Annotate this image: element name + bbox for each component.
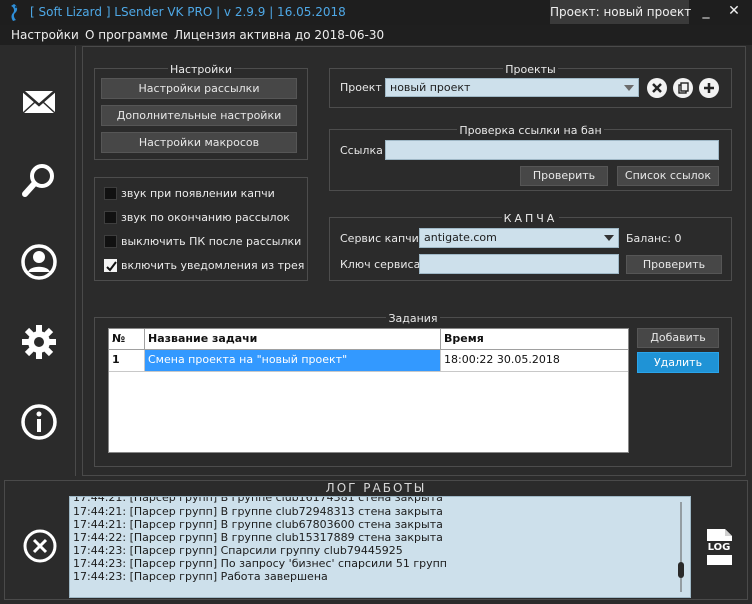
log-line: 17:44:23: [Парсер групп] По запросу 'биз… xyxy=(73,557,447,570)
log-file-icon[interactable]: LOG xyxy=(701,527,737,567)
tray-notifications-label: включить уведомления из трея xyxy=(121,259,305,272)
close-window-button[interactable]: ✕ xyxy=(720,0,748,24)
user-icon[interactable] xyxy=(19,242,59,282)
option-finish-sound[interactable]: звук по окончанию рассылок xyxy=(104,211,304,227)
lizard-logo-icon xyxy=(11,4,18,21)
log-badge: LOG xyxy=(707,542,731,553)
menu-about[interactable]: О программе xyxy=(85,28,168,42)
checkmark-icon xyxy=(106,261,117,272)
captcha-service-select[interactable]: antigate.com xyxy=(419,228,619,248)
info-icon[interactable] xyxy=(19,402,59,442)
log-line: 17:44:22: [Парсер групп] В группе club15… xyxy=(73,531,443,544)
chevron-down-icon xyxy=(624,85,634,91)
captcha-check-button[interactable]: Проверить xyxy=(626,255,722,274)
shutdown-pc-checkbox[interactable] xyxy=(104,235,117,248)
table-row-time[interactable]: 18:00:22 30.05.2018 xyxy=(441,350,628,372)
option-shutdown-pc[interactable]: выключить ПК после рассылки xyxy=(104,235,304,251)
add-project-button[interactable] xyxy=(699,78,719,98)
captcha-service-value: antigate.com xyxy=(424,231,497,244)
captcha-balance: Баланс: 0 xyxy=(626,232,682,245)
extra-settings-button[interactable]: Дополнительные настройки xyxy=(101,105,297,126)
link-input[interactable] xyxy=(385,140,719,160)
captcha-sound-checkbox[interactable] xyxy=(104,187,117,200)
delete-task-button[interactable]: Удалить xyxy=(637,352,719,373)
log-line: 17:44:21: [Парсер групп] В группе club16… xyxy=(73,496,443,504)
menu-bar: Настройки О программе Лицензия активна д… xyxy=(0,25,752,45)
add-task-button[interactable]: Добавить xyxy=(637,328,719,348)
link-label: Ссылка xyxy=(340,144,383,157)
tray-notifications-checkbox[interactable] xyxy=(104,259,117,272)
minimize-button[interactable]: _ xyxy=(692,0,720,24)
table-row-name[interactable]: Смена проекта на "новый проект" xyxy=(145,350,441,372)
project-select-value: новый проект xyxy=(390,81,471,94)
column-header-name[interactable]: Название задачи xyxy=(145,329,441,350)
shutdown-pc-label: выключить ПК после рассылки xyxy=(121,235,302,248)
tasks-table: № Название задачи Время 1 Смена проекта … xyxy=(108,328,629,453)
mail-icon[interactable] xyxy=(19,82,59,122)
column-header-time[interactable]: Время xyxy=(441,329,628,350)
table-row-num[interactable]: 1 xyxy=(109,350,145,372)
log-output[interactable]: 17:44:21: [Парсер групп] В группе club16… xyxy=(69,496,691,598)
log-line: 17:44:21: [Парсер групп] В группе club67… xyxy=(73,518,443,531)
option-tray-notifications[interactable]: включить уведомления из трея xyxy=(104,259,304,275)
finish-sound-checkbox[interactable] xyxy=(104,211,117,224)
tasks-title: Задания xyxy=(386,312,440,325)
search-icon[interactable] xyxy=(19,160,59,200)
option-captcha-sound[interactable]: звук при появлении капчи xyxy=(104,187,304,203)
copy-project-button[interactable] xyxy=(673,78,693,98)
link-list-button[interactable]: Список ссылок xyxy=(617,166,719,186)
macro-settings-button[interactable]: Настройки макросов xyxy=(101,132,297,153)
captcha-key-label: Ключ сервиса xyxy=(340,258,421,271)
chevron-down-icon xyxy=(604,235,614,241)
current-project-chip[interactable]: Проект: новый проект xyxy=(550,0,691,24)
log-line: 17:44:23: [Парсер групп] Спарсили группу… xyxy=(73,544,403,557)
menu-settings[interactable]: Настройки xyxy=(11,28,79,42)
sidebar xyxy=(4,46,76,476)
title-bar: [ Soft Lizard ] LSender VK PRO | v 2.9.9… xyxy=(0,0,752,25)
log-line: 17:44:21: [Парсер групп] В группе club72… xyxy=(73,505,443,518)
license-status: Лицензия активна до 2018-06-30 xyxy=(174,28,385,42)
window-title: [ Soft Lizard ] LSender VK PRO | v 2.9.9… xyxy=(30,5,346,19)
finish-sound-label: звук по окончанию рассылок xyxy=(121,211,290,224)
gear-icon[interactable] xyxy=(19,322,59,362)
project-label: Проект xyxy=(340,81,382,94)
delete-project-button[interactable] xyxy=(647,78,667,98)
projects-group-title: Проекты xyxy=(503,63,558,76)
mailing-settings-button[interactable]: Настройки рассылки xyxy=(101,78,297,99)
copy-icon xyxy=(678,82,689,94)
log-line: 17:44:23: [Парсер групп] Работа завершен… xyxy=(73,570,328,583)
project-select[interactable]: новый проект xyxy=(385,78,639,97)
clear-log-icon[interactable] xyxy=(22,528,58,564)
captcha-key-input[interactable] xyxy=(419,254,619,274)
check-link-button[interactable]: Проверить xyxy=(520,166,608,186)
log-scrollbar[interactable] xyxy=(676,500,686,594)
captcha-sound-label: звук при появлении капчи xyxy=(121,187,275,200)
close-circle-icon xyxy=(652,83,662,93)
column-header-num[interactable]: № xyxy=(109,329,145,350)
captcha-service-label: Сервис капчи xyxy=(340,232,419,245)
log-title: ЛОГ РАБОТЫ xyxy=(325,481,427,495)
captcha-title: КАПЧА xyxy=(501,212,560,225)
settings-group-title: Настройки xyxy=(167,63,235,76)
ban-check-title: Проверка ссылки на бан xyxy=(457,124,604,137)
plus-icon xyxy=(704,83,714,93)
